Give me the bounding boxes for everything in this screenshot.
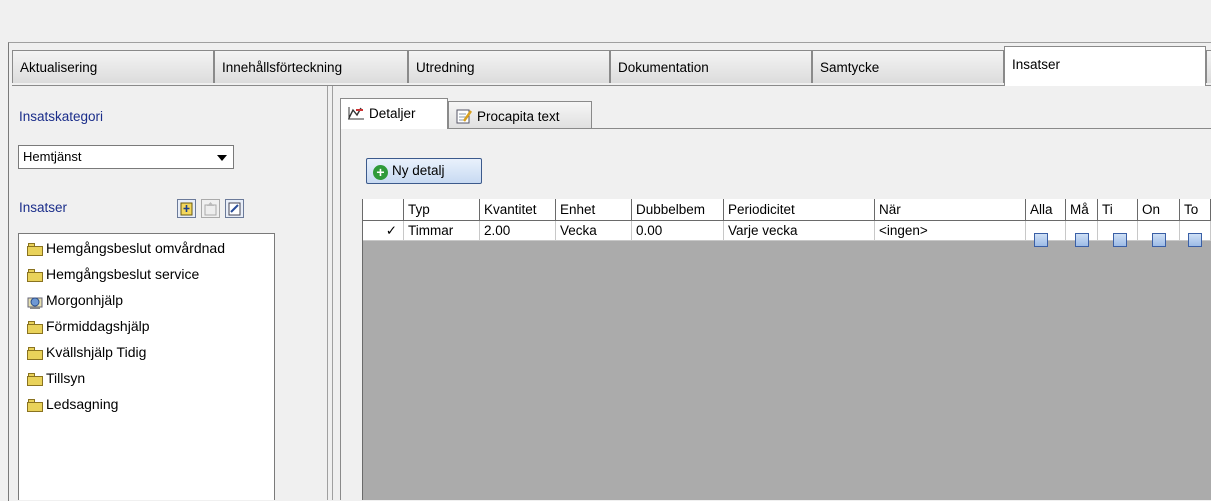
list-item[interactable]: Hemgångsbeslut omvårdnad	[27, 240, 225, 258]
column-header-label: Alla	[1030, 202, 1053, 217]
list-item[interactable]: Hemgångsbeslut service	[27, 266, 199, 284]
folder-icon	[27, 268, 44, 282]
column-header-alla[interactable]: Alla	[1026, 199, 1066, 221]
category-dropdown[interactable]: Hemtjänst	[18, 145, 234, 169]
column-header-on[interactable]: On	[1138, 199, 1180, 221]
window-top-strip	[0, 0, 1211, 42]
column-header-label: Må	[1070, 202, 1089, 217]
cell-kvantitet[interactable]: 2.00	[480, 221, 556, 241]
cell-dubbelbem[interactable]: 0.00	[632, 221, 724, 241]
checkbox-to[interactable]	[1188, 233, 1202, 247]
column-header-enhet[interactable]: Enhet	[556, 199, 632, 221]
checkbox-alla[interactable]	[1034, 233, 1048, 247]
list-item-label: Hemgångsbeslut service	[46, 266, 200, 282]
list-item[interactable]: Morgonhjälp	[27, 292, 123, 310]
plus-icon: +	[373, 165, 388, 180]
tab-label: Dokumentation	[618, 60, 709, 75]
column-header-label: Ti	[1102, 202, 1113, 217]
details-icon	[347, 105, 365, 124]
tab-label: Aktualisering	[20, 60, 98, 75]
row-marker[interactable]: ✓	[363, 221, 404, 241]
cell-value: Varje vecka	[728, 223, 798, 238]
new-detail-label: Ny detalj	[392, 163, 445, 178]
tab-label: Procapita text	[477, 109, 560, 124]
tab-utredning[interactable]: Utredning	[408, 50, 610, 83]
tab-label: Insatser	[1012, 57, 1061, 72]
column-header-label: När	[879, 202, 901, 217]
tab-detaljer[interactable]: Detaljer	[340, 98, 448, 129]
column-header-label: Kvantitet	[484, 202, 537, 217]
new-detail-button[interactable]: + Ny detalj	[366, 158, 482, 184]
cell-typ[interactable]: Timmar	[404, 221, 480, 241]
tab-procapita-text[interactable]: Procapita text	[448, 101, 592, 128]
cell-value: <ingen>	[879, 223, 928, 238]
column-header-label: Typ	[408, 202, 430, 217]
tab-label: Samtycke	[820, 60, 880, 75]
column-header-kvantitet[interactable]: Kvantitet	[480, 199, 556, 221]
column-header-ma[interactable]: Må	[1066, 199, 1098, 221]
category-value: Hemtjänst	[23, 149, 82, 164]
list-item[interactable]: Tillsyn	[27, 370, 85, 388]
list-item-label: Morgonhjälp	[46, 292, 124, 308]
tab-dokumentation[interactable]: Dokumentation	[610, 50, 812, 83]
tab-samtycke[interactable]: Samtycke	[812, 50, 1004, 83]
edit-icon[interactable]	[225, 199, 244, 218]
tab-label: Detaljer	[369, 106, 416, 121]
checkmark-icon: ✓	[385, 223, 397, 238]
list-item-label: Ledsagning	[46, 396, 119, 412]
column-header-label: To	[1184, 202, 1199, 217]
cell-value: Vecka	[560, 223, 597, 238]
move-up-icon[interactable]	[201, 199, 220, 218]
tab-label: Utredning	[416, 60, 475, 75]
notepad-pencil-icon	[455, 108, 473, 127]
tab-label: Innehållsförteckning	[222, 60, 343, 75]
folder-icon	[27, 320, 44, 334]
list-item[interactable]: Förmiddagshjälp	[27, 318, 150, 336]
folder-icon	[27, 346, 44, 360]
cell-value: Timmar	[408, 223, 454, 238]
insatser-list[interactable]: Hemgångsbeslut omvårdnad Hemgångsbeslut …	[18, 233, 275, 500]
list-item-label: Förmiddagshjälp	[46, 318, 150, 334]
folder-icon	[27, 242, 44, 256]
cell-periodicitet[interactable]: Varje vecka	[724, 221, 875, 241]
checkbox-on[interactable]	[1152, 233, 1166, 247]
column-header-label: On	[1142, 202, 1161, 217]
network-folder-icon	[27, 295, 44, 309]
column-header-nar[interactable]: När	[875, 199, 1026, 221]
folder-icon	[27, 372, 44, 386]
add-folder-icon[interactable]	[177, 199, 196, 218]
column-header-label: Dubbelbem	[636, 202, 706, 217]
column-header-typ[interactable]: Typ	[404, 199, 480, 221]
cell-value: 2.00	[484, 223, 511, 238]
chevron-down-icon[interactable]	[217, 155, 227, 161]
insatser-label: Insatser	[19, 200, 68, 215]
cell-nar[interactable]: <ingen>	[875, 221, 1026, 241]
cell-value: 0.00	[636, 223, 663, 238]
list-item-label: Tillsyn	[46, 370, 86, 386]
tab-aktualisering[interactable]: Aktualisering	[12, 50, 214, 83]
panel-splitter[interactable]	[327, 86, 333, 500]
column-header-label: Enhet	[560, 202, 596, 217]
list-item[interactable]: Kvällshjälp Tidig	[27, 344, 146, 362]
tab-innehallsforteckning[interactable]: Innehållsförteckning	[214, 50, 408, 83]
category-label: Insatskategori	[19, 109, 104, 124]
list-item-label: Hemgångsbeslut omvårdnad	[46, 240, 225, 256]
list-item[interactable]: Ledsagning	[27, 396, 118, 414]
column-header-select[interactable]	[363, 199, 404, 221]
folder-icon	[27, 398, 44, 412]
column-header-dubbelbem[interactable]: Dubbelbem	[632, 199, 724, 221]
list-item-label: Kvällshjälp Tidig	[46, 344, 147, 360]
cell-enhet[interactable]: Vecka	[556, 221, 632, 241]
tab-insatser[interactable]: Insatser	[1004, 46, 1206, 86]
column-header-ti[interactable]: Ti	[1098, 199, 1138, 221]
checkbox-ma[interactable]	[1075, 233, 1089, 247]
checkbox-ti[interactable]	[1113, 233, 1127, 247]
column-header-label: Periodicitet	[728, 202, 795, 217]
column-header-to[interactable]: To	[1180, 199, 1211, 221]
column-header-periodicitet[interactable]: Periodicitet	[724, 199, 875, 221]
tab-overflow[interactable]	[1206, 50, 1211, 83]
